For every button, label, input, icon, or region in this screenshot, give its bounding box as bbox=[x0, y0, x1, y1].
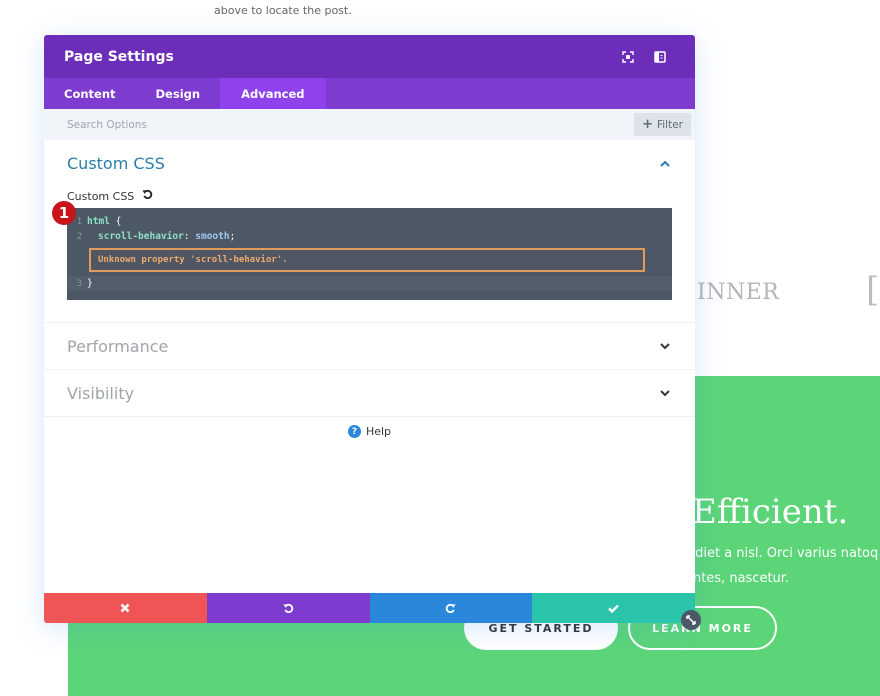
tab-content[interactable]: Content bbox=[44, 78, 136, 109]
expand-icon[interactable] bbox=[613, 47, 643, 67]
background-note-text: above to locate the post. bbox=[214, 4, 352, 17]
css-code-editor[interactable]: 1 html { 2 scroll-behavior: smooth; Unknow… bbox=[67, 208, 672, 300]
help-label: Help bbox=[365, 425, 392, 438]
plus-icon: + bbox=[642, 117, 653, 132]
modal-tabs: Content Design Advanced bbox=[44, 78, 695, 109]
code-property: scroll-behavior bbox=[98, 231, 184, 242]
section-visibility: Visibility bbox=[44, 370, 695, 417]
chevron-down-icon[interactable] bbox=[658, 386, 672, 400]
check-icon bbox=[608, 604, 619, 613]
code-semicolon: ; bbox=[229, 231, 236, 242]
line-number: 2 bbox=[76, 231, 82, 242]
background-bracket-glyph: [ bbox=[866, 270, 880, 310]
filter-label: Filter bbox=[656, 118, 683, 131]
code-brace: } bbox=[87, 278, 93, 289]
field-label-text: Custom CSS bbox=[67, 189, 135, 203]
code-colon: : bbox=[183, 231, 196, 242]
section-header-performance[interactable]: Performance bbox=[44, 323, 695, 369]
modal-footer bbox=[44, 593, 695, 623]
page-canvas: above to locate the post. INNER [ Effici… bbox=[0, 0, 880, 696]
background-logo-text: INNER bbox=[697, 280, 780, 305]
tab-design[interactable]: Design bbox=[136, 78, 221, 109]
page-settings-modal: Page Settings Content Design Advanced + … bbox=[44, 35, 695, 623]
code-line: 3} bbox=[67, 276, 672, 291]
resize-handle-icon[interactable] bbox=[681, 610, 701, 630]
modal-title: Page Settings bbox=[64, 48, 174, 65]
section-header-visibility[interactable]: Visibility bbox=[44, 370, 695, 416]
custom-css-field-label: Custom CSS bbox=[67, 186, 672, 206]
chevron-up-icon[interactable] bbox=[658, 156, 672, 170]
section-custom-css: Custom CSS Custom CSS 1 html {2 scroll-… bbox=[44, 140, 695, 323]
chevron-down-icon[interactable] bbox=[658, 339, 672, 353]
cancel-button[interactable] bbox=[44, 593, 207, 623]
lint-error-message: Unknown property 'scroll-behavior'. bbox=[89, 248, 645, 272]
section-title: Custom CSS bbox=[67, 153, 165, 173]
tab-advanced[interactable]: Advanced bbox=[220, 78, 326, 109]
undo-icon bbox=[283, 603, 293, 613]
close-icon bbox=[120, 603, 130, 613]
redo-button[interactable] bbox=[369, 593, 533, 623]
code-value: smooth bbox=[195, 231, 230, 242]
help-icon: ? bbox=[347, 425, 361, 438]
section-title: Performance bbox=[67, 336, 169, 356]
help-link[interactable]: ? Help bbox=[44, 417, 695, 438]
section-performance: Performance bbox=[44, 323, 695, 370]
code-selector: html bbox=[87, 216, 110, 227]
code-brace: { bbox=[109, 216, 122, 227]
section-header-custom-css[interactable]: Custom CSS bbox=[44, 140, 695, 186]
section-title: Visibility bbox=[67, 383, 135, 403]
search-bar: + Filter bbox=[44, 109, 695, 140]
code-line: 2 scroll-behavior: smooth; bbox=[67, 229, 672, 244]
step-number-badge: 1 bbox=[52, 201, 76, 225]
redo-icon bbox=[446, 603, 456, 613]
reset-icon[interactable] bbox=[142, 189, 153, 203]
hero-title: Efficient. bbox=[692, 492, 849, 532]
line-number: 3 bbox=[76, 278, 82, 289]
code-line: 1 html { bbox=[67, 214, 672, 229]
save-button[interactable] bbox=[532, 593, 695, 623]
undo-button[interactable] bbox=[206, 593, 370, 623]
sidebar-toggle-icon[interactable] bbox=[645, 47, 675, 67]
hero-text-line: erdiet a nisl. Orci varius natoq bbox=[682, 546, 879, 561]
hero-text-line: ontes, nascetur. bbox=[685, 571, 790, 586]
modal-header: Page Settings bbox=[44, 35, 695, 78]
search-options-input[interactable] bbox=[67, 118, 635, 131]
filter-button[interactable]: + Filter bbox=[634, 113, 691, 136]
